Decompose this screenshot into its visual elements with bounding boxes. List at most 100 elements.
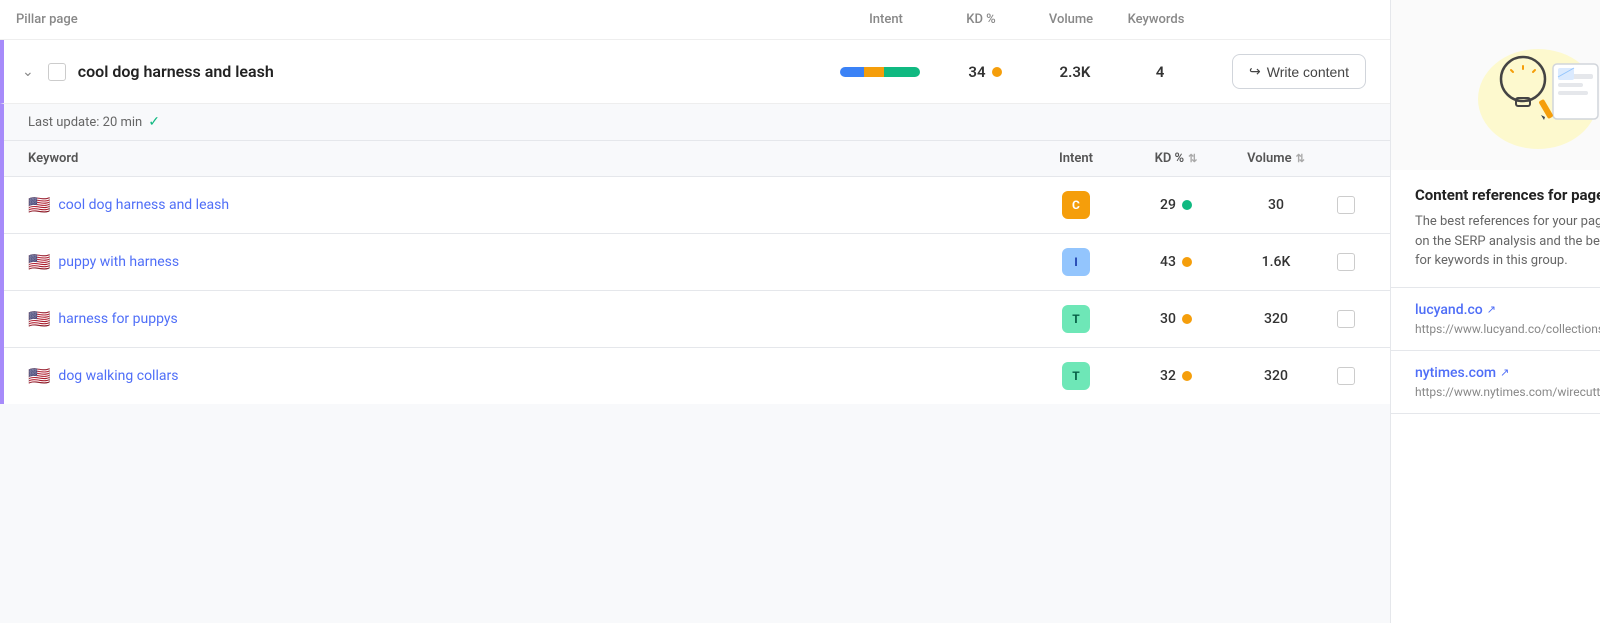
sub-intent-header: Intent [1026, 151, 1126, 166]
row-checkbox[interactable] [1337, 367, 1355, 385]
keyword-name-cell: 🇺🇸 dog walking collars [28, 366, 1026, 387]
kd-dot [1182, 200, 1192, 210]
page-wrapper: Pillar page Intent KD % Volume Keywords … [0, 0, 1600, 623]
keyword-link[interactable]: harness for puppys [58, 311, 177, 327]
intent-badge: T [1062, 305, 1090, 333]
expand-chevron[interactable]: ⌄ [20, 61, 36, 82]
header-cols: Pillar page Intent KD % Volume Keywords [16, 12, 1366, 27]
intent-seg-yellow [864, 67, 884, 77]
keyword-action-cell [1326, 310, 1366, 328]
pillar-volume-value: 2.3K [1060, 63, 1091, 81]
sub-table-header: Keyword Intent KD % ⇅ Volume ⇅ [4, 141, 1390, 177]
write-icon: ↪ [1249, 63, 1261, 80]
kd-value: 29 [1160, 197, 1176, 213]
check-icon: ✓ [148, 114, 160, 130]
intent-badge: T [1062, 362, 1090, 390]
pillar-row: ⌄ cool dog harness and leash 34 2.3K 4 [0, 40, 1390, 104]
main-panel: Pillar page Intent KD % Volume Keywords … [0, 0, 1390, 623]
table-row: 🇺🇸 puppy with harness I 43 1.6K [4, 234, 1390, 291]
kd-value: 30 [1160, 311, 1176, 327]
keyword-link[interactable]: cool dog harness and leash [58, 197, 229, 213]
pillar-column-header: Pillar page [16, 12, 836, 27]
sub-keyword-header: Keyword [28, 151, 1026, 166]
header-row: Pillar page Intent KD % Volume Keywords [0, 0, 1390, 40]
pillar-kd-cell: 34 [940, 63, 1030, 81]
sidebar-illustration [1391, 0, 1600, 170]
keyword-kd-cell: 32 [1126, 368, 1226, 384]
keyword-name-cell: 🇺🇸 harness for puppys [28, 309, 1026, 330]
row-checkbox[interactable] [1337, 253, 1355, 271]
reference-domain[interactable]: nytimes.com ↗ [1415, 365, 1600, 381]
last-update-text: Last update: 20 min [28, 115, 142, 130]
sub-kd-header: KD % ⇅ [1126, 151, 1226, 166]
intent-column-header: Intent [836, 12, 936, 27]
right-sidebar: Content references for page The best ref… [1390, 0, 1600, 623]
keyword-action-cell [1326, 367, 1366, 385]
keyword-action-cell [1326, 196, 1366, 214]
keyword-volume-cell: 320 [1226, 311, 1326, 327]
external-link-icon: ↗ [1487, 303, 1496, 316]
kd-dot [1182, 314, 1192, 324]
sidebar-title: Content references for page [1415, 186, 1600, 204]
reference-domain[interactable]: lucyand.co ↗ [1415, 302, 1600, 318]
sidebar-content: Content references for page The best ref… [1391, 170, 1600, 288]
keyword-intent-cell: I [1026, 248, 1126, 276]
pillar-title: cool dog harness and leash [78, 62, 274, 81]
keyword-intent-cell: C [1026, 191, 1126, 219]
domain-text: lucyand.co [1415, 302, 1483, 318]
row-checkbox[interactable] [1337, 310, 1355, 328]
kd-filter-icon[interactable]: ⇅ [1188, 152, 1197, 165]
reference-url: https://www.nytimes.com/wirecutter/revie… [1415, 385, 1600, 399]
pillar-intent-bar [840, 67, 940, 77]
keyword-name-cell: 🇺🇸 cool dog harness and leash [28, 195, 1026, 216]
kd-value: 32 [1160, 368, 1176, 384]
pillar-kd-dot [992, 67, 1002, 77]
keyword-kd-cell: 43 [1126, 254, 1226, 270]
keyword-link[interactable]: dog walking collars [58, 368, 178, 384]
keyword-intent-cell: T [1026, 362, 1126, 390]
pillar-actions: ↪ Write content [1232, 54, 1366, 89]
pillar-keywords-cell: 4 [1120, 63, 1200, 81]
kd-dot [1182, 371, 1192, 381]
sub-table-wrapper: Last update: 20 min ✓ Keyword Intent KD … [0, 104, 1390, 404]
pillar-volume-cell: 2.3K [1030, 63, 1120, 81]
table-row: 🇺🇸 cool dog harness and leash C 29 30 [4, 177, 1390, 234]
reference-item: lucyand.co ↗ https://www.lucyand.co/coll… [1391, 288, 1600, 351]
sub-kd-label: KD % [1155, 151, 1185, 166]
table-row: 🇺🇸 harness for puppys T 30 320 [4, 291, 1390, 348]
pillar-left: ⌄ cool dog harness and leash [20, 61, 840, 82]
intent-badge: I [1062, 248, 1090, 276]
reference-item: nytimes.com ↗ https://www.nytimes.com/wi… [1391, 351, 1600, 414]
keyword-volume-cell: 30 [1226, 197, 1326, 213]
keyword-name-cell: 🇺🇸 puppy with harness [28, 252, 1026, 273]
keyword-kd-cell: 29 [1126, 197, 1226, 213]
sidebar-references: lucyand.co ↗ https://www.lucyand.co/coll… [1391, 288, 1600, 414]
flag-icon: 🇺🇸 [28, 366, 50, 387]
keyword-volume-cell: 1.6K [1226, 254, 1326, 270]
keyword-link[interactable]: puppy with harness [58, 254, 179, 270]
keywords-column-header: Keywords [1116, 12, 1196, 27]
kd-column-header: KD % [936, 12, 1026, 27]
write-content-button[interactable]: ↪ Write content [1232, 54, 1366, 89]
pillar-checkbox[interactable] [48, 63, 66, 81]
keyword-rows-container: 🇺🇸 cool dog harness and leash C 29 30 🇺🇸… [4, 177, 1390, 404]
sub-volume-header: Volume ⇅ [1226, 151, 1326, 166]
domain-text: nytimes.com [1415, 365, 1496, 381]
table-row: 🇺🇸 dog walking collars T 32 320 [4, 348, 1390, 404]
row-checkbox[interactable] [1337, 196, 1355, 214]
keyword-kd-cell: 30 [1126, 311, 1226, 327]
pillar-kd-value: 34 [968, 63, 985, 81]
keyword-action-cell [1326, 253, 1366, 271]
flag-icon: 🇺🇸 [28, 252, 50, 273]
sub-volume-label: Volume [1247, 151, 1291, 166]
keyword-intent-cell: T [1026, 305, 1126, 333]
intent-bar-visual [840, 67, 920, 77]
volume-column-header: Volume [1026, 12, 1116, 27]
write-label: Write content [1267, 64, 1349, 80]
volume-filter-icon[interactable]: ⇅ [1296, 152, 1305, 165]
intent-seg-blue [840, 67, 864, 77]
pillar-keywords-value: 4 [1156, 63, 1165, 81]
intent-badge: C [1062, 191, 1090, 219]
kd-dot [1182, 257, 1192, 267]
keyword-volume-cell: 320 [1226, 368, 1326, 384]
